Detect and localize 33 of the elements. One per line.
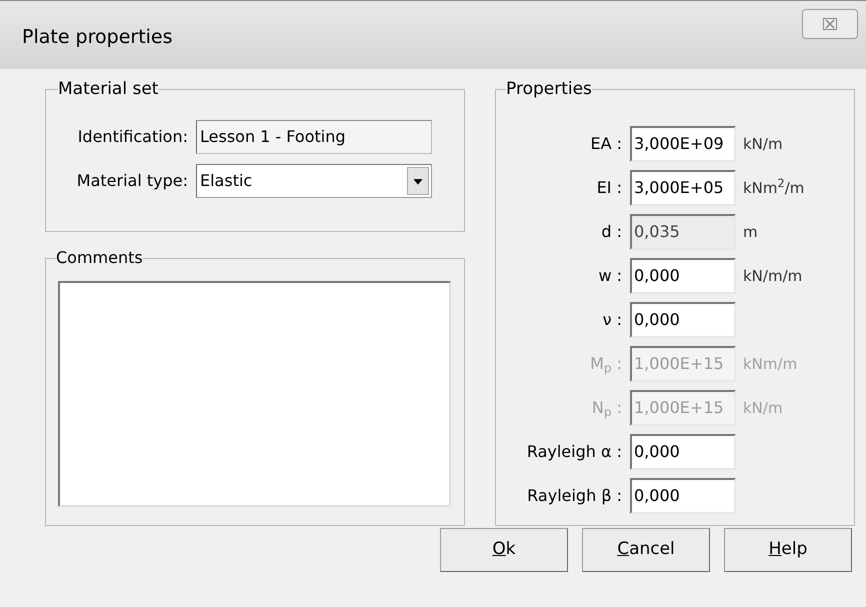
- unit-label: kNm/m: [742, 354, 798, 375]
- property-label: M$_{p}$ :: [589, 353, 623, 376]
- group-title: Properties: [506, 79, 592, 99]
- unit-label: kN/m: [742, 134, 783, 155]
- close-button[interactable]: [802, 9, 858, 39]
- property-field[interactable]: 3,000E+05: [630, 170, 736, 206]
- unit-label: kNm$^{2}$/m: [742, 176, 804, 199]
- dialog-button[interactable]: Ok: [440, 528, 568, 572]
- property-field[interactable]: 3,000E+09: [630, 126, 736, 162]
- property-label: EA :: [589, 133, 623, 155]
- property-field[interactable]: 0,000: [630, 434, 736, 470]
- field-label: Identification:: [76, 126, 188, 148]
- unit-label: kN/m/m: [742, 266, 802, 287]
- unit-label: m: [742, 222, 758, 243]
- property-field[interactable]: 0,000: [630, 302, 736, 338]
- unit-label: kN/m: [742, 398, 783, 419]
- property-field[interactable]: 0,000: [630, 258, 736, 294]
- property-label: d :: [600, 221, 623, 243]
- property-label: ν :: [602, 309, 623, 331]
- property-label: EI :: [596, 177, 623, 199]
- material-type-dropdown[interactable]: Elastic: [196, 164, 432, 198]
- identification-field[interactable]: Lesson 1 - Footing: [196, 120, 432, 154]
- property-field[interactable]: 0,035: [630, 214, 736, 250]
- property-label: w :: [597, 265, 623, 287]
- property-field[interactable]: 0,000: [630, 478, 736, 514]
- close-icon: [823, 18, 837, 30]
- property-label: N$_{p}$ :: [590, 397, 623, 420]
- dialog-button[interactable]: Help: [724, 528, 852, 572]
- property-label: Rayleigh β :: [526, 485, 623, 507]
- dialog-button[interactable]: Cancel: [582, 528, 710, 572]
- property-label: Rayleigh α :: [526, 441, 623, 463]
- field-label: Material type:: [76, 170, 188, 192]
- window-title: Plate properties: [22, 25, 173, 50]
